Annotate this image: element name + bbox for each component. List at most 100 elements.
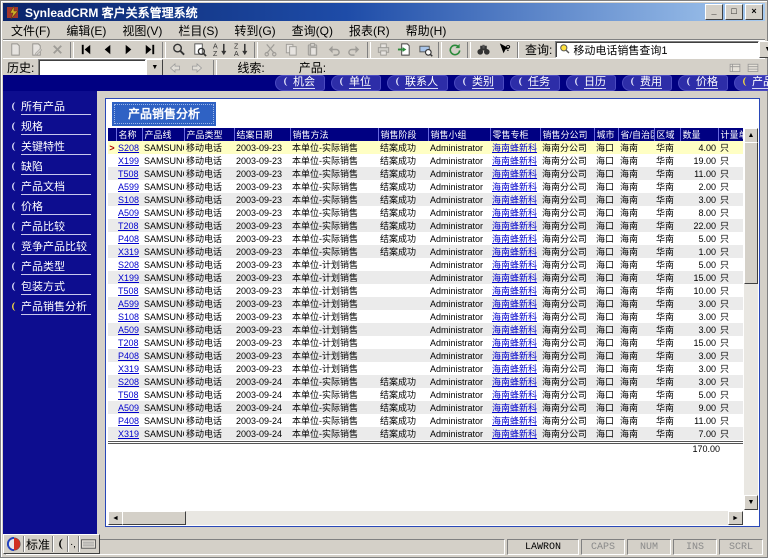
table-row[interactable]: A509SAMSUNG移动电话2003-09-24本单位-实际销售结案成功Adm… — [108, 401, 743, 414]
maximize-button[interactable]: □ — [725, 4, 743, 20]
column-header-省/自治区[interactable]: 省/自治区 — [618, 128, 654, 141]
keyboard-icon[interactable] — [79, 536, 98, 552]
cell-零售专柜[interactable]: 海南蜂新科 — [490, 362, 540, 375]
cell-名称[interactable]: S208 — [116, 141, 142, 154]
copy-button[interactable] — [281, 41, 302, 59]
scroll-left-icon[interactable]: ◄ — [108, 511, 123, 525]
cell-名称[interactable]: X319 — [116, 362, 142, 375]
cell-名称[interactable]: A599 — [116, 180, 142, 193]
cell-零售专柜[interactable]: 海南蜂新科 — [490, 232, 540, 245]
table-row[interactable]: A599SAMSUNG移动电话2003-09-23本单位-计划销售Adminis… — [108, 297, 743, 310]
print-button[interactable] — [373, 41, 394, 59]
table-row[interactable]: X319SAMSUNG移动电话2003-09-23本单位-计划销售Adminis… — [108, 362, 743, 375]
cell-名称[interactable]: S208 — [116, 258, 142, 271]
sidebar-item-包装方式[interactable]: 包装方式 — [7, 280, 93, 296]
table-row[interactable]: S108SAMSUNG移动电话2003-09-23本单位-实际销售结案成功Adm… — [108, 193, 743, 206]
horizontal-scrollbar[interactable]: ◄ ► — [108, 511, 743, 525]
cell-名称[interactable]: P408 — [116, 349, 142, 362]
column-header-名称[interactable]: 名称 — [116, 128, 142, 141]
column-header-产品线[interactable]: 产品线 — [142, 128, 184, 141]
table-row[interactable]: A509SAMSUNG移动电话2003-09-23本单位-实际销售结案成功Adm… — [108, 206, 743, 219]
sidebar-item-缺陷[interactable]: 缺陷 — [7, 160, 93, 176]
table-row[interactable]: T508SAMSUNG移动电话2003-09-23本单位-计划销售Adminis… — [108, 284, 743, 297]
find-button[interactable] — [473, 41, 494, 59]
table-row[interactable]: P408SAMSUNG移动电话2003-09-24本单位-实际销售结案成功Adm… — [108, 414, 743, 427]
undo-button[interactable] — [323, 41, 344, 59]
menu-item-5[interactable]: 查询(Q) — [284, 21, 341, 40]
search-zoom-button[interactable] — [189, 41, 210, 59]
column-header-销售方法[interactable]: 销售方法 — [290, 128, 378, 141]
tab-类别[interactable]: 类别 — [454, 75, 504, 91]
menu-item-1[interactable]: 编辑(E) — [58, 21, 114, 40]
minimize-button[interactable]: _ — [705, 4, 723, 20]
query-combo[interactable]: 移动电话销售查询1 ▼ — [555, 41, 768, 58]
history-dropdown-button[interactable]: ▼ — [146, 59, 163, 76]
cell-零售专柜[interactable]: 海南蜂新科 — [490, 258, 540, 271]
table-row[interactable]: >S208SAMSUNG移动电话2003-09-23本单位-实际销售结案成功Ad… — [108, 141, 743, 154]
search-button[interactable] — [168, 41, 189, 59]
cell-零售专柜[interactable]: 海南蜂新科 — [490, 375, 540, 388]
sidebar-item-价格[interactable]: 价格 — [7, 200, 93, 216]
cell-名称[interactable]: X199 — [116, 271, 142, 284]
column-header-产品类型[interactable]: 产品类型 — [184, 128, 234, 141]
column-header-销售阶段[interactable]: 销售阶段 — [378, 128, 428, 141]
refresh-button[interactable] — [444, 41, 465, 59]
column-header-数量[interactable]: 数量 — [680, 128, 718, 141]
tab-产品[interactable]: 产品 — [734, 75, 768, 91]
table-row[interactable]: T508SAMSUNG移动电话2003-09-24本单位-实际销售结案成功Adm… — [108, 388, 743, 401]
cell-零售专柜[interactable]: 海南蜂新科 — [490, 219, 540, 232]
cell-零售专柜[interactable]: 海南蜂新科 — [490, 271, 540, 284]
column-header-城市[interactable]: 城市 — [594, 128, 618, 141]
cell-零售专柜[interactable]: 海南蜂新科 — [490, 414, 540, 427]
cell-零售专柜[interactable]: 海南蜂新科 — [490, 154, 540, 167]
table-row[interactable]: S208SAMSUNG移动电话2003-09-23本单位-计划销售Adminis… — [108, 258, 743, 271]
cell-名称[interactable]: X199 — [116, 154, 142, 167]
tab-单位[interactable]: 单位 — [331, 75, 381, 91]
query-dropdown-button[interactable]: ▼ — [759, 41, 768, 58]
vertical-scrollbar[interactable]: ▲ ▼ — [744, 128, 758, 510]
cell-名称[interactable]: A509 — [116, 206, 142, 219]
context-help-button[interactable]: ? — [494, 41, 515, 59]
scroll-right-icon[interactable]: ► — [728, 511, 743, 525]
cell-零售专柜[interactable]: 海南蜂新科 — [490, 180, 540, 193]
prev-record-button[interactable] — [97, 41, 118, 59]
cell-零售专柜[interactable]: 海南蜂新科 — [490, 167, 540, 180]
tab-机会[interactable]: 机会 — [275, 75, 325, 91]
tab-日历[interactable]: 日历 — [566, 75, 616, 91]
cell-零售专柜[interactable]: 海南蜂新科 — [490, 297, 540, 310]
tab-价格[interactable]: 价格 — [678, 75, 728, 91]
sidebar-item-规格[interactable]: 规格 — [7, 120, 93, 136]
history-value[interactable] — [38, 59, 146, 76]
crescent-icon[interactable] — [53, 536, 68, 552]
cell-名称[interactable]: S208 — [116, 375, 142, 388]
menu-item-3[interactable]: 栏目(S) — [170, 21, 226, 40]
delete-record-button[interactable] — [47, 41, 68, 59]
ime-toolbar[interactable]: 标准 ·‚ — [3, 534, 100, 554]
cell-名称[interactable]: S108 — [116, 310, 142, 323]
sidebar-item-产品文档[interactable]: 产品文档 — [7, 180, 93, 196]
menu-item-0[interactable]: 文件(F) — [3, 21, 58, 40]
table-row[interactable]: X319SAMSUNG移动电话2003-09-23本单位-实际销售结案成功Adm… — [108, 245, 743, 258]
cell-名称[interactable]: T208 — [116, 336, 142, 349]
table-row[interactable]: T508SAMSUNG移动电话2003-09-23本单位-实际销售结案成功Adm… — [108, 167, 743, 180]
table-row[interactable]: P408SAMSUNG移动电话2003-09-23本单位-实际销售结案成功Adm… — [108, 232, 743, 245]
table-row[interactable]: T208SAMSUNG移动电话2003-09-23本单位-计划销售Adminis… — [108, 336, 743, 349]
table-row[interactable]: S108SAMSUNG移动电话2003-09-23本单位-计划销售Adminis… — [108, 310, 743, 323]
cell-名称[interactable]: A509 — [116, 401, 142, 414]
tab-费用[interactable]: 费用 — [622, 75, 672, 91]
tab-联系人[interactable]: 联系人 — [387, 75, 448, 91]
table-row[interactable]: X199SAMSUNG移动电话2003-09-23本单位-计划销售Adminis… — [108, 271, 743, 284]
cell-名称[interactable]: P408 — [116, 414, 142, 427]
ime-input-icon[interactable] — [5, 536, 24, 552]
table-row[interactable]: A509SAMSUNG移动电话2003-09-23本单位-计划销售Adminis… — [108, 323, 743, 336]
cell-名称[interactable]: A599 — [116, 297, 142, 310]
cell-名称[interactable]: T508 — [116, 284, 142, 297]
sidebar-item-产品比较[interactable]: 产品比较 — [7, 220, 93, 236]
cut-button[interactable] — [260, 41, 281, 59]
column-header-区域[interactable]: 区域 — [654, 128, 680, 141]
cell-名称[interactable]: A509 — [116, 323, 142, 336]
table-row[interactable]: A599SAMSUNG移动电话2003-09-23本单位-实际销售结案成功Adm… — [108, 180, 743, 193]
first-record-button[interactable] — [76, 41, 97, 59]
table-row[interactable]: X199SAMSUNG移动电话2003-09-23本单位-实际销售结案成功Adm… — [108, 154, 743, 167]
table-row[interactable]: T208SAMSUNG移动电话2003-09-23本单位-实际销售结案成功Adm… — [108, 219, 743, 232]
